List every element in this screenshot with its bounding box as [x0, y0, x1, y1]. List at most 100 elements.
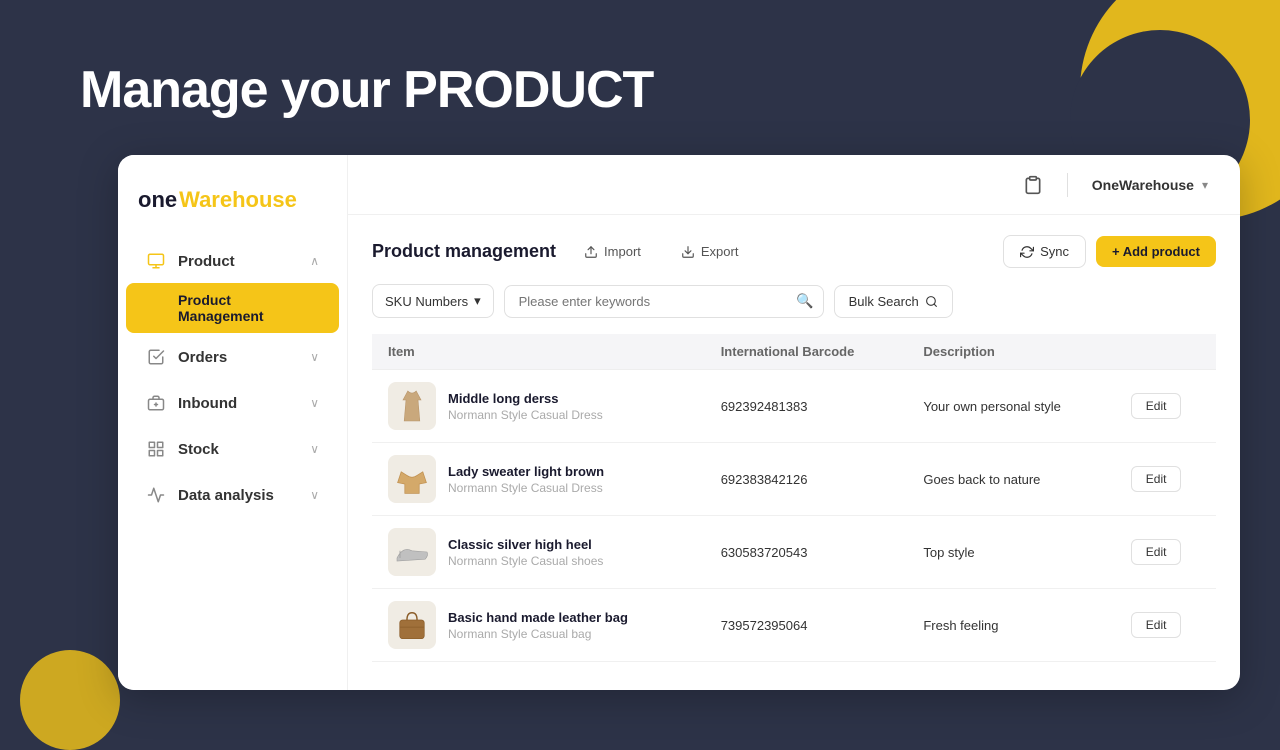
stock-icon — [146, 439, 166, 459]
workspace-selector[interactable]: OneWarehouse ▾ — [1084, 173, 1216, 197]
decorative-arc-bottom-left — [20, 650, 120, 750]
logo: oneWarehouse — [118, 171, 347, 237]
sync-label: Sync — [1040, 244, 1069, 259]
product-management-area: Product management Import — [348, 215, 1240, 690]
orders-icon — [146, 347, 166, 367]
item-cell-0: Middle long derss Normann Style Casual D… — [372, 370, 705, 443]
product-mgmt-header: Product management Import — [372, 235, 1216, 268]
sidebar-item-data-analysis[interactable]: Data analysis ∨ — [126, 473, 339, 517]
sidebar: oneWarehouse Product ∧ — [118, 155, 348, 690]
nav-label-inbound: Inbound — [178, 395, 237, 412]
item-barcode-2: 630583720543 — [705, 516, 908, 589]
data-analysis-chevron-icon: ∨ — [310, 488, 319, 502]
item-barcode-0: 692392481383 — [705, 370, 908, 443]
stock-chevron-icon: ∨ — [310, 442, 319, 456]
table-row: Middle long derss Normann Style Casual D… — [372, 370, 1216, 443]
sidebar-item-stock[interactable]: Stock ∨ — [126, 427, 339, 471]
search-bar: SKU Numbers ▾ 🔍 Bulk Search — [372, 284, 1216, 318]
nav-label-stock: Stock — [178, 441, 219, 458]
edit-button-2[interactable]: Edit — [1131, 539, 1182, 565]
nav-item-orders: Orders ∨ — [118, 335, 347, 379]
item-action-3: Edit — [1115, 589, 1216, 662]
nav-label-orders: Orders — [178, 349, 227, 366]
logo-warehouse: Warehouse — [179, 187, 297, 213]
item-barcode-1: 692383842126 — [705, 443, 908, 516]
search-input-wrapper: 🔍 — [504, 285, 824, 318]
product-table: Item International Barcode Description M — [372, 334, 1216, 662]
nav-label-product: Product — [178, 253, 235, 270]
workspace-chevron-icon: ▾ — [1202, 178, 1208, 192]
table-row: Lady sweater light brown Normann Style C… — [372, 443, 1216, 516]
item-image-3 — [388, 601, 436, 649]
col-header-action — [1115, 334, 1216, 370]
item-barcode-3: 739572395064 — [705, 589, 908, 662]
nav-item-stock: Stock ∨ — [118, 427, 347, 471]
topbar: OneWarehouse ▾ — [348, 155, 1240, 215]
table-header-row: Item International Barcode Description — [372, 334, 1216, 370]
item-subtitle-3: Normann Style Casual bag — [448, 627, 628, 641]
table-row: Basic hand made leather bag Normann Styl… — [372, 589, 1216, 662]
item-cell-1: Lady sweater light brown Normann Style C… — [372, 443, 705, 516]
nav-item-product: Product ∧ Product Management — [118, 239, 347, 333]
item-description-0: Your own personal style — [907, 370, 1114, 443]
topbar-divider — [1067, 173, 1068, 197]
item-subtitle-2: Normann Style Casual shoes — [448, 554, 603, 568]
sidebar-item-orders[interactable]: Orders ∨ — [126, 335, 339, 379]
col-header-description: Description — [907, 334, 1114, 370]
bulk-search-button[interactable]: Bulk Search — [834, 285, 953, 318]
add-product-button[interactable]: + Add product — [1096, 236, 1216, 267]
pmgmt-title-area: Product management Import — [372, 238, 750, 265]
inbound-chevron-icon: ∨ — [310, 396, 319, 410]
col-header-barcode: International Barcode — [705, 334, 908, 370]
sidebar-nav: Product ∧ Product Management — [118, 239, 347, 517]
orders-chevron-icon: ∨ — [310, 350, 319, 364]
item-image-0 — [388, 382, 436, 430]
export-button[interactable]: Export — [669, 238, 751, 265]
col-header-item: Item — [372, 334, 705, 370]
filter-label: SKU Numbers — [385, 294, 468, 309]
product-icon — [146, 251, 166, 271]
clipboard-icon-btn[interactable] — [1015, 167, 1051, 203]
main-card: oneWarehouse Product ∧ — [118, 155, 1240, 690]
item-action-0: Edit — [1115, 370, 1216, 443]
item-name-0: Middle long derss — [448, 391, 603, 406]
content-area: OneWarehouse ▾ Product management Import — [348, 155, 1240, 690]
item-image-1 — [388, 455, 436, 503]
item-subtitle-0: Normann Style Casual Dress — [448, 408, 603, 422]
item-description-1: Goes back to nature — [907, 443, 1114, 516]
workspace-name: OneWarehouse — [1092, 177, 1194, 193]
search-input[interactable] — [504, 285, 824, 318]
item-action-2: Edit — [1115, 516, 1216, 589]
nav-item-inbound: Inbound ∨ — [118, 381, 347, 425]
edit-button-1[interactable]: Edit — [1131, 466, 1182, 492]
item-cell-3: Basic hand made leather bag Normann Styl… — [372, 589, 705, 662]
import-label: Import — [604, 244, 641, 259]
item-name-1: Lady sweater light brown — [448, 464, 604, 479]
data-analysis-icon — [146, 485, 166, 505]
edit-button-3[interactable]: Edit — [1131, 612, 1182, 638]
nav-label-data-analysis: Data analysis — [178, 487, 274, 504]
sync-button[interactable]: Sync — [1003, 235, 1086, 268]
sidebar-item-inbound[interactable]: Inbound ∨ — [126, 381, 339, 425]
edit-button-0[interactable]: Edit — [1131, 393, 1182, 419]
pmgmt-actions-right: Sync + Add product — [1003, 235, 1216, 268]
nav-item-data-analysis: Data analysis ∨ — [118, 473, 347, 517]
item-subtitle-1: Normann Style Casual Dress — [448, 481, 604, 495]
product-chevron-icon: ∧ — [310, 254, 319, 268]
sidebar-item-product-management[interactable]: Product Management — [126, 283, 339, 333]
item-cell-2: Classic silver high heel Normann Style C… — [372, 516, 705, 589]
item-description-2: Top style — [907, 516, 1114, 589]
bulk-search-label: Bulk Search — [849, 294, 919, 309]
product-mgmt-title: Product management — [372, 241, 556, 262]
item-name-2: Classic silver high heel — [448, 537, 603, 552]
item-description-3: Fresh feeling — [907, 589, 1114, 662]
filter-dropdown[interactable]: SKU Numbers ▾ — [372, 284, 494, 318]
export-label: Export — [701, 244, 739, 259]
item-image-2 — [388, 528, 436, 576]
search-icon[interactable]: 🔍 — [796, 293, 813, 310]
table-row: Classic silver high heel Normann Style C… — [372, 516, 1216, 589]
logo-one: one — [138, 187, 177, 213]
sidebar-item-product[interactable]: Product ∧ — [126, 239, 339, 283]
import-button[interactable]: Import — [572, 238, 653, 265]
item-name-3: Basic hand made leather bag — [448, 610, 628, 625]
